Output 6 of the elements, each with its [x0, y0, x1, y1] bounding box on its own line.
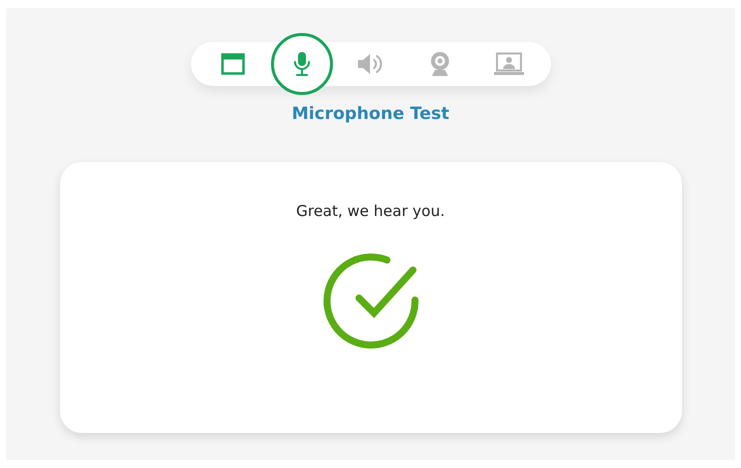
webcam-icon	[428, 51, 450, 77]
microphone-icon	[292, 51, 310, 77]
result-message: Great, we hear you.	[296, 202, 445, 220]
browser-window-icon	[220, 53, 244, 75]
screen-share-icon	[494, 52, 524, 76]
test-title: Microphone Test	[292, 104, 450, 124]
